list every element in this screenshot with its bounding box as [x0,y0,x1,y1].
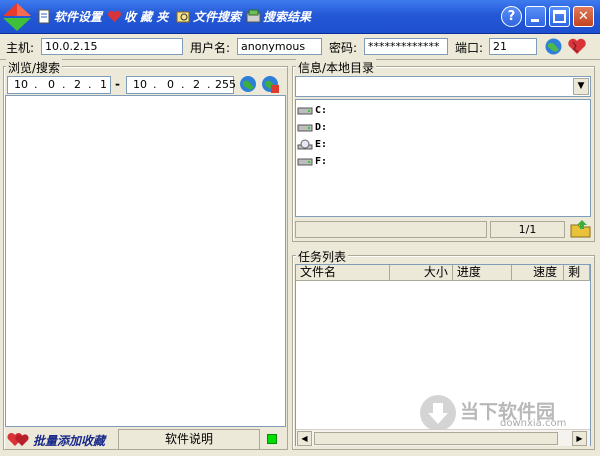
hard-drive-icon [297,107,313,115]
settings-doc-icon [38,9,50,23]
ip-end-octet-4: 255 [215,78,236,91]
directory-dropdown-button[interactable]: ▼ [573,78,589,95]
column-remaining[interactable]: 剩 [564,265,590,281]
ip-end-input[interactable]: 10 . 0 . 2 . 255 [126,76,236,94]
connect-globe-icon[interactable] [544,37,563,56]
close-icon: ✕ [578,9,589,24]
drive-label: C: [315,105,328,116]
software-help-button[interactable]: 软件说明 [118,429,260,450]
ip-end-dot-3: . [207,78,211,91]
scroll-right-button[interactable]: ▶ [572,431,587,446]
chevron-down-icon: ▼ [577,81,585,91]
cd-drive-icon [297,139,313,150]
task-title: 任务列表 [296,248,349,265]
status-indicator [267,434,277,444]
directory-combobox[interactable] [295,76,591,97]
ip-end-octet-2: 0 [167,78,174,91]
ip-start-octet-1: 10 [14,78,28,91]
column-speed[interactable]: 速度 [512,265,565,281]
ip-start-octet-2: 0 [48,78,55,91]
drive-label: D: [315,122,328,133]
port-input[interactable]: 21 [489,38,537,55]
username-input[interactable]: anonymous [237,38,322,55]
page-indicator: 1/1 [490,221,565,238]
host-input[interactable]: 10.0.2.15 [41,38,183,55]
drive-item[interactable]: F: [297,153,590,170]
ip-start-octet-3: 2 [74,78,81,91]
drive-label: F: [315,156,328,167]
status-field [295,221,487,238]
browse-title: 浏览/搜索 [6,59,63,76]
task-list-header: 文件名 大小 进度 速度 剩 [296,265,590,281]
user-label: 用户名: [190,41,231,55]
watermark-url: downxia.com [500,418,567,429]
ip-range-dash: - [115,77,120,91]
favorite-heart-icon[interactable] [567,37,587,56]
search-results-icon [246,9,261,22]
column-size[interactable]: 大小 [390,265,453,281]
column-filename[interactable]: 文件名 [296,265,391,281]
scroll-thumb[interactable] [314,432,558,445]
heart-favorites-icon [108,10,121,22]
close-button[interactable]: ✕ [573,6,594,27]
host-label: 主机: [6,41,35,55]
ip-end-octet-3: 2 [193,78,200,91]
task-horizontal-scrollbar[interactable]: ◀ ▶ [296,429,590,446]
file-search-icon [176,11,190,22]
password-label: 密码: [329,41,358,55]
password-input[interactable]: ************* [364,38,448,55]
menu-settings[interactable]: 软件设置 [37,7,102,25]
ip-end-dot-1: . [153,78,157,91]
port-label: 端口: [455,41,484,55]
drive-item[interactable]: D: [297,119,590,136]
drive-label: E: [315,139,328,150]
batch-favorites-icon [7,432,29,446]
info-title: 信息/本地目录 [296,59,377,76]
menu-search-results[interactable]: 搜索结果 [246,7,311,25]
minimize-icon [531,19,539,22]
open-folder-icon[interactable] [570,219,592,239]
watermark-download-icon [420,395,456,431]
ip-end-octet-1: 10 [133,78,147,91]
menu-settings-label: 软件设置 [54,9,103,24]
ip-start-dot-1: . [34,78,38,91]
menu-favorites-label: 收 藏 夹 [124,9,169,24]
maximize-button[interactable] [549,6,570,27]
scroll-left-button[interactable]: ◀ [297,431,312,446]
ip-start-input[interactable]: 10 . 0 . 2 . 1 [7,76,111,94]
ip-start-octet-4: 1 [100,78,107,91]
menu-search-results-label: 搜索结果 [263,9,312,24]
maximize-icon [553,10,566,23]
help-button[interactable]: ? [501,6,522,27]
local-directory-tree[interactable]: C: D: E: F: [295,99,591,217]
ip-start-dot-2: . [62,78,66,91]
scan-start-icon[interactable] [238,74,258,94]
hard-drive-icon [297,124,313,132]
menu-favorites[interactable]: 收 藏 夹 [107,7,168,25]
hard-drive-icon [297,158,313,166]
column-progress[interactable]: 进度 [453,265,513,281]
app-logo-icon [3,3,31,31]
scan-stop-icon[interactable] [260,74,280,94]
minimize-button[interactable] [525,6,546,27]
ip-end-dot-2: . [181,78,185,91]
batch-add-favorites-button[interactable]: 批量添加收藏 [33,432,105,449]
drive-item[interactable]: C: [297,102,590,119]
help-label: ? [507,9,516,24]
menu-file-search-label: 文件搜索 [193,9,242,24]
menu-file-search[interactable]: 文件搜索 [176,7,241,25]
browse-results-area[interactable] [5,95,286,427]
ip-start-dot-3: . [88,78,92,91]
drive-item[interactable]: E: [297,136,590,153]
